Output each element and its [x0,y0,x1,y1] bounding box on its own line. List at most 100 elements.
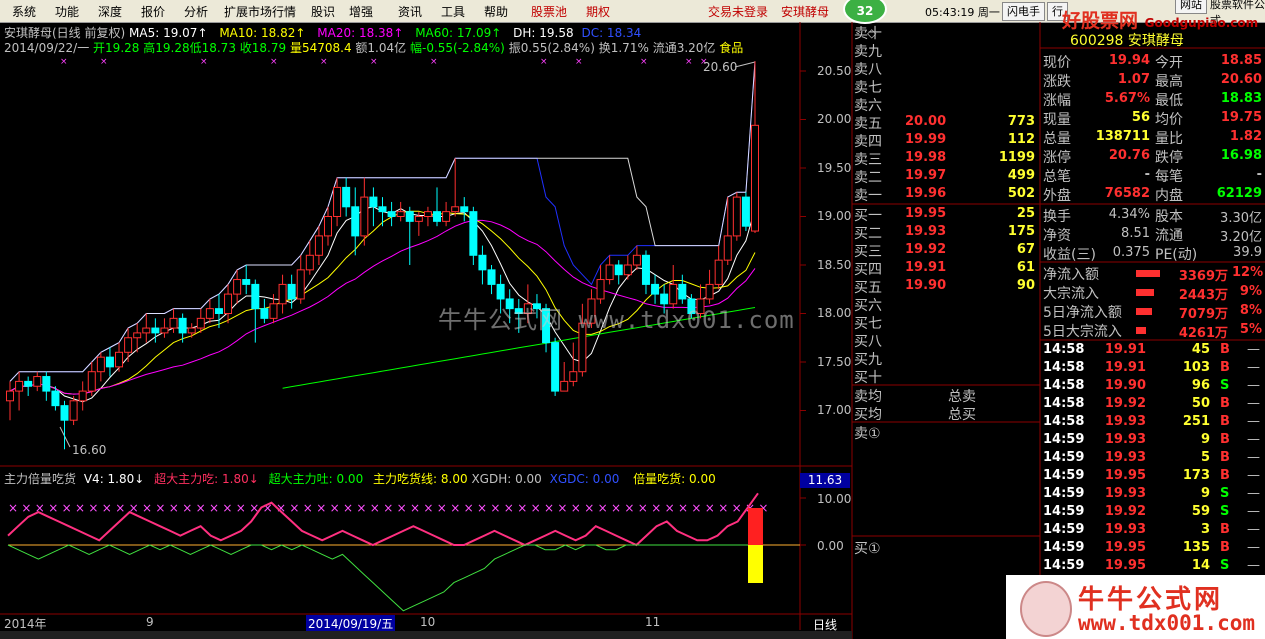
y-label: 18.00 [817,306,852,320]
tick-side: B [1220,468,1230,483]
buy-level-label: 买六 [854,298,882,314]
indicator-cross-marker: × [102,501,112,515]
buy-level-label: 买五 [854,280,882,296]
candle-body [351,206,360,237]
buy-queue-label[interactable]: 买① [854,538,881,558]
event-marker: × [270,57,278,67]
buy-level-volume: 175 [1007,224,1035,239]
tick-volume: 96 [1191,378,1210,393]
stock-link[interactable]: 安琪酵母 [781,3,829,20]
x-label: 11 [645,615,661,629]
candle-body [242,279,251,285]
menu-item-9[interactable]: 工具 [441,3,465,20]
tick-time: 14:59 [1043,432,1085,447]
sell-level-volume: 773 [1007,114,1035,129]
ohlc-open: 开19.28 [93,41,140,55]
tick-volume: 103 [1182,360,1210,375]
menu-item-2[interactable]: 深度 [98,3,122,20]
period-tab-daily[interactable]: 日线 [813,616,837,633]
event-marker: × [60,57,68,67]
candle-body [178,317,187,334]
tick-time: 14:58 [1043,396,1085,411]
candle-body [605,264,614,281]
candle-body [42,376,51,392]
indicator-cross-marker: × [464,501,474,515]
candle-body [360,196,369,237]
quote-label: 总笔 [1043,169,1071,185]
menu-item-10[interactable]: 帮助 [484,3,508,20]
tick-volume: 251 [1182,414,1210,429]
tick-price: 19.92 [1104,396,1146,411]
indicator-cross-marker: × [88,501,98,515]
tick-flag: — [1247,378,1260,393]
brand-banner: 牛牛公式网 www.tdx001.com [1006,575,1265,639]
menu-item-5[interactable]: 扩展市场行情 [224,3,296,20]
bottom-tab-strip[interactable] [0,631,852,639]
tick-time: 14:59 [1043,468,1085,483]
quote-label: 现量 [1043,112,1071,128]
buy-level-price: 19.92 [905,242,947,257]
menu-item-1[interactable]: 功能 [55,3,79,20]
menu-item-8[interactable]: 资讯 [398,3,422,20]
watermark: 牛牛公式网 www.tdx001.com [438,306,795,334]
candle-body [214,308,223,314]
flow-pct: 9% [1239,284,1262,299]
quote-value: 56 [1131,110,1150,125]
candle-body [142,327,151,334]
quote-value: 18.85 [1220,53,1262,68]
tick-price: 19.92 [1104,504,1146,519]
flow-label: 5日大宗流入 [1043,324,1122,340]
indicator-cross-marker: × [142,501,152,515]
buy-level-label: 买九 [854,352,882,368]
tick-time: 14:59 [1043,522,1085,537]
menu-item-4[interactable]: 分析 [184,3,208,20]
flow-label: 大宗流入 [1043,286,1099,302]
menu-red-item-1[interactable]: 期权 [586,3,610,20]
candle-body [169,317,178,329]
indicator-y-label: 0.00 [817,539,844,553]
sell-level-price: 19.96 [905,186,947,201]
event-marker: × [370,57,378,67]
candle-body [96,356,105,373]
indicator-cross-marker: × [8,501,18,515]
menu-item-7[interactable]: 增强 [349,3,373,20]
tick-flag: — [1247,486,1260,501]
candle-body [24,380,33,387]
low-price-mark: 16.60 [72,443,107,457]
candle-body [732,196,741,237]
indicator-y-label: 10.00 [817,492,852,506]
quote-value: 76582 [1104,186,1150,201]
menu-red-item-0[interactable]: 股票池 [531,3,567,20]
buy-level-label: 买二 [854,226,882,242]
sell-level-label: 卖一 [854,188,882,204]
sell-level-price: 19.99 [905,132,947,147]
menu-item-3[interactable]: 报价 [141,3,165,20]
ohlc-change: 幅-0.55(-2.84%) [409,41,505,55]
indicator-cross-marker: × [75,501,85,515]
candle-body [78,390,87,402]
tick-price: 19.93 [1104,486,1146,501]
candle-body [187,327,196,334]
menu-item-0[interactable]: 系统 [12,3,36,20]
indicator-cross-marker: × [638,501,648,515]
indicator-cross-marker: × [410,501,420,515]
sell-queue-label[interactable]: 卖① [854,423,881,443]
indicator-cross-marker: × [182,501,192,515]
sell-level-label: 卖二 [854,170,882,186]
tick-side: B [1220,522,1230,537]
flow-label: 5日净流入额 [1043,305,1122,321]
indicator-yellow-bar [748,545,763,583]
indicator-cross-marker: × [691,501,701,515]
login-status[interactable]: 交易未登录 [708,3,768,20]
buy-level-price: 19.93 [905,224,947,239]
quote-label: 跌停 [1155,150,1183,166]
tick-volume: 9 [1200,486,1210,501]
tick-time: 14:58 [1043,414,1085,429]
total-sell-label: 总卖 [948,389,976,405]
menu-item-6[interactable]: 股识 [311,3,335,20]
candle-body [133,332,142,339]
candle-body [614,264,623,276]
buy-level-label: 买七 [854,316,882,332]
quote-label: 流通 [1155,228,1183,244]
indicator-cross-marker: × [383,501,393,515]
